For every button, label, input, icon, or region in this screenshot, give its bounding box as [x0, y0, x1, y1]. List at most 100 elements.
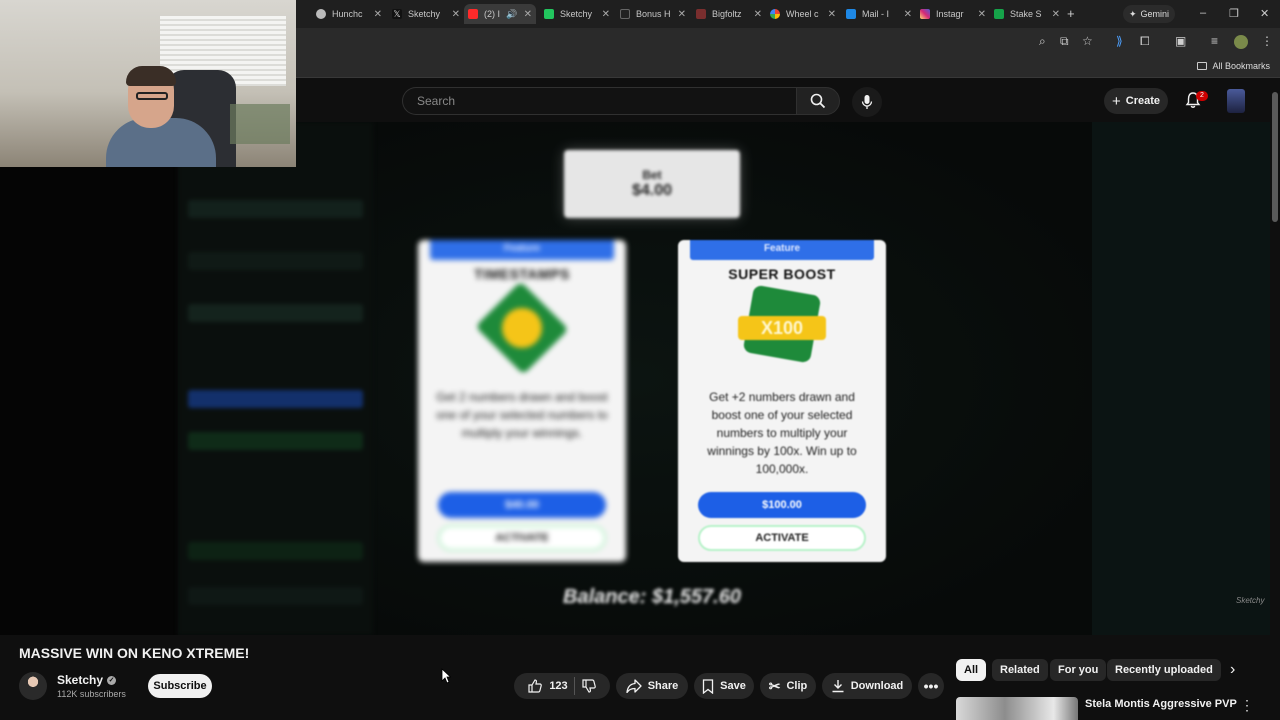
chip-for-you[interactable]: For you — [1050, 659, 1107, 681]
browser-tab[interactable]: 𝕏 Sketchy ✕ — [388, 4, 464, 24]
thumbs-up-icon — [528, 679, 543, 693]
share-arrow-icon — [626, 679, 642, 693]
share-button[interactable]: Share — [616, 673, 688, 699]
feature-tag: Feature — [690, 240, 874, 260]
window-close-icon[interactable]: ✕ — [1260, 7, 1269, 20]
puzzle-extensions-icon[interactable]: ⧠ — [1140, 34, 1150, 49]
browser-tab[interactable]: Mail - I ✕ — [842, 4, 916, 24]
page-scrollbar[interactable] — [1270, 80, 1280, 720]
tab-label: Sketchy — [408, 9, 441, 19]
recommended-video-thumbnail[interactable] — [956, 697, 1078, 720]
tab-close-icon[interactable]: ✕ — [374, 9, 382, 20]
feature-art-icon — [475, 281, 569, 375]
search-input[interactable]: Search — [402, 87, 796, 115]
tab-close-icon[interactable]: ✕ — [754, 9, 762, 20]
browser-tab[interactable]: Stake S ✕ — [990, 4, 1064, 24]
create-button[interactable]: + Create — [1104, 88, 1168, 114]
download-label: Download — [850, 680, 904, 692]
tab-close-icon[interactable]: ✕ — [904, 9, 912, 20]
tab-close-icon[interactable]: ✕ — [678, 9, 686, 20]
webcam-overlay — [0, 0, 296, 167]
save-label: Save — [720, 680, 746, 692]
tab-close-icon[interactable]: ✕ — [828, 9, 836, 20]
tab-close-icon[interactable]: ✕ — [1052, 9, 1060, 20]
browser-tab[interactable]: Sketchy ✕ — [540, 4, 614, 24]
search-button[interactable] — [796, 87, 840, 115]
person-hair — [126, 66, 176, 86]
google-favicon-icon — [770, 9, 780, 19]
chevron-right-icon[interactable]: › — [1230, 661, 1235, 679]
video-player[interactable]: Bet $4.00 Feature TIMESTAMPS Get 2 numbe… — [0, 122, 1270, 635]
download-icon — [832, 680, 844, 693]
new-tab-icon[interactable]: + — [1067, 6, 1075, 21]
gemini-sparkle-icon: ✦ — [1128, 8, 1137, 19]
background-shelf — [230, 104, 290, 144]
tab-label: Mail - I — [862, 9, 889, 19]
bookmark-star-icon[interactable]: ☆ — [1082, 34, 1093, 48]
create-label: Create — [1125, 95, 1160, 107]
browser-tab[interactable]: Hunchc ✕ — [312, 4, 386, 24]
activate-button: ACTIVATE — [698, 525, 866, 551]
speaker-icon[interactable]: 🔊 — [506, 9, 517, 20]
side-panel-bar — [188, 432, 363, 450]
tab-label: Bigfoltz — [712, 9, 742, 19]
tab-label: Hunchc — [332, 9, 363, 19]
gemini-button[interactable]: ✦ Gemini — [1123, 5, 1175, 23]
voice-search-button[interactable] — [852, 87, 882, 117]
feature-title: TIMESTAMPS — [474, 266, 570, 282]
thumbs-down-icon[interactable] — [581, 678, 597, 694]
recommended-video-title[interactable]: Stela Montis Aggressive PVP — [1085, 698, 1237, 710]
tab-label: Stake S — [1010, 9, 1042, 19]
extension-icon[interactable]: ⟫ — [1116, 34, 1123, 48]
sidebar-icon[interactable]: ▣ — [1175, 34, 1186, 48]
download-button[interactable]: Download — [822, 673, 912, 699]
zoom-icon[interactable]: ⌕ — [1039, 34, 1046, 49]
account-avatar[interactable] — [1227, 89, 1245, 113]
bet-amount-box: Bet $4.00 — [564, 150, 740, 218]
browser-tab[interactable]: Wheel c ✕ — [766, 4, 840, 24]
browser-tab[interactable]: Instagr ✕ — [916, 4, 990, 24]
install-app-icon[interactable]: ⧉ — [1060, 34, 1069, 49]
tab-close-icon[interactable]: ✕ — [524, 9, 532, 20]
chip-all[interactable]: All — [956, 659, 987, 681]
gemini-label: Gemini — [1140, 9, 1170, 19]
minimize-icon[interactable]: – — [1200, 7, 1206, 19]
like-button[interactable]: 123 — [527, 678, 568, 694]
tab-label: Instagr — [936, 9, 964, 19]
subscribe-button[interactable]: Subscribe — [148, 674, 212, 698]
media-controls-icon[interactable]: ≡ — [1211, 34, 1218, 48]
browser-tab[interactable]: Bigfoltz ✕ — [692, 4, 766, 24]
tab-close-icon[interactable]: ✕ — [452, 9, 460, 20]
share-label: Share — [647, 680, 679, 692]
like-divider — [573, 677, 575, 695]
feature-card-right: Feature SUPER BOOST X100 Get +2 numbers … — [678, 240, 886, 562]
tab-close-icon[interactable]: ✕ — [978, 9, 986, 20]
browser-menu-icon[interactable]: ⋮ — [1261, 34, 1273, 48]
sheets-favicon-icon — [994, 9, 1004, 19]
all-bookmarks-button[interactable]: All Bookmarks — [1197, 61, 1270, 71]
more-vertical-icon[interactable]: ⋮ — [1240, 697, 1254, 714]
search-icon — [810, 93, 826, 109]
clip-button[interactable]: ✂ Clip — [760, 673, 816, 699]
more-actions-button[interactable]: ••• — [918, 673, 944, 699]
notification-count-badge: 2 — [1196, 91, 1208, 101]
feature-description: Get 2 numbers drawn and boost one of you… — [436, 390, 608, 440]
save-button[interactable]: Save — [694, 673, 754, 699]
channel-name[interactable]: Sketchy ✓ — [57, 673, 117, 687]
channel-name-text: Sketchy — [57, 673, 104, 687]
folder-icon — [1197, 62, 1208, 70]
profile-avatar-icon[interactable] — [1234, 35, 1248, 49]
feature-price-button: $40.00 — [438, 492, 606, 518]
verified-check-icon: ✓ — [107, 675, 117, 685]
chip-recently-uploaded[interactable]: Recently uploaded — [1107, 659, 1221, 681]
x-logo-icon: 𝕏 — [392, 9, 402, 19]
channel-avatar[interactable] — [19, 672, 47, 700]
chip-related[interactable]: Related — [992, 659, 1048, 681]
scrollbar-thumb[interactable] — [1272, 92, 1278, 222]
tab-close-icon[interactable]: ✕ — [602, 9, 610, 20]
browser-tab[interactable]: Bonus H ✕ — [616, 4, 690, 24]
restore-icon[interactable]: ❐ — [1229, 7, 1239, 20]
browser-tab-active[interactable]: (2) I 🔊 ✕ — [464, 4, 536, 24]
feature-art-icon: X100 — [738, 284, 826, 366]
balance-text: Balance: $1,557.60 — [563, 586, 741, 608]
